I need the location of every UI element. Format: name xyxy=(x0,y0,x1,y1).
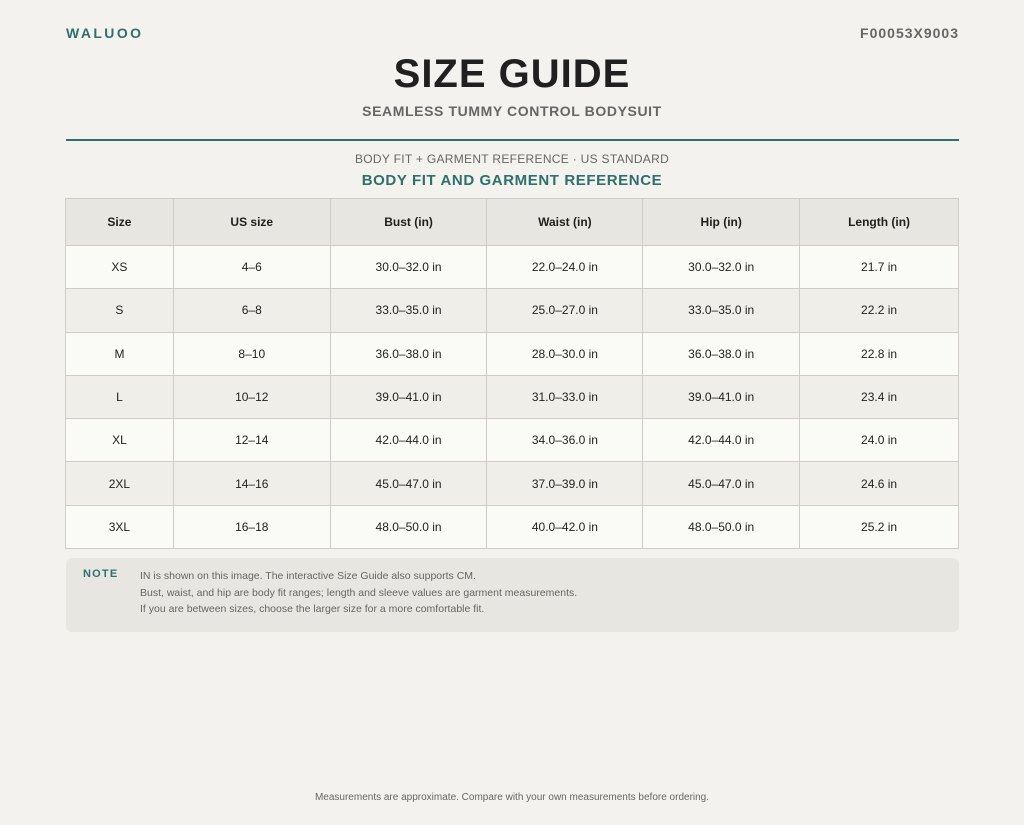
table-header-row: Size US size Bust (in) Waist (in) Hip (i… xyxy=(65,198,959,246)
cell-hip: 33.0–35.0 in xyxy=(642,288,801,333)
section-heading: BODY FIT AND GARMENT REFERENCE xyxy=(361,172,663,189)
header-divider xyxy=(66,139,959,141)
footer-disclaimer: Measurements are approximate. Compare wi… xyxy=(314,792,710,803)
note-label: NOTE xyxy=(83,568,119,580)
cell-bust: 48.0–50.0 in xyxy=(329,504,488,550)
note-line: Bust, waist, and hip are body fit ranges… xyxy=(140,586,578,599)
cell-bust: 36.0–38.0 in xyxy=(329,331,488,376)
cell-bust: 30.0–32.0 in xyxy=(329,244,488,290)
cell-length: 22.2 in xyxy=(799,288,959,333)
cell-waist: 34.0–36.0 in xyxy=(486,418,644,463)
note-text: IN is shown on this image. The interacti… xyxy=(140,568,577,618)
column-header-bust: Bust (in) xyxy=(329,198,488,246)
brand-logo: WALUOO xyxy=(66,25,144,41)
cell-size: 2XL xyxy=(65,461,174,506)
cell-us-size: 4–6 xyxy=(172,244,331,290)
cell-size: S xyxy=(65,288,174,333)
reference-line: BODY FIT + GARMENT REFERENCE · US STANDA… xyxy=(354,152,670,166)
note-line: If you are between sizes, choose the lar… xyxy=(140,603,485,615)
cell-us-size: 16–18 xyxy=(172,504,331,550)
cell-us-size: 8–10 xyxy=(172,331,331,376)
cell-waist: 37.0–39.0 in xyxy=(486,461,644,506)
cell-length: 25.2 in xyxy=(799,504,959,550)
cell-hip: 42.0–44.0 in xyxy=(642,418,801,463)
cell-waist: 25.0–27.0 in xyxy=(486,288,644,333)
cell-size: XS xyxy=(65,244,174,290)
cell-size: XL xyxy=(65,418,174,463)
cell-waist: 40.0–42.0 in xyxy=(486,504,644,550)
cell-size: 3XL xyxy=(65,504,174,550)
cell-hip: 45.0–47.0 in xyxy=(642,461,801,506)
table-row: 2XL 14–16 45.0–47.0 in 37.0–39.0 in 45.0… xyxy=(65,461,959,506)
cell-hip: 30.0–32.0 in xyxy=(642,244,801,290)
table-row: XS 4–6 30.0–32.0 in 22.0–24.0 in 30.0–32… xyxy=(65,244,959,290)
cell-us-size: 6–8 xyxy=(172,288,331,333)
cell-length: 23.4 in xyxy=(799,374,959,420)
product-subtitle: SEAMLESS TUMMY CONTROL BODYSUIT xyxy=(362,103,662,119)
cell-waist: 22.0–24.0 in xyxy=(486,244,644,290)
cell-hip: 39.0–41.0 in xyxy=(642,374,801,420)
table-row: 3XL 16–18 48.0–50.0 in 40.0–42.0 in 48.0… xyxy=(65,504,959,550)
page-title: SIZE GUIDE xyxy=(393,52,631,96)
table-row: XL 12–14 42.0–44.0 in 34.0–36.0 in 42.0–… xyxy=(65,418,959,463)
cell-length: 24.0 in xyxy=(799,418,959,463)
cell-length: 24.6 in xyxy=(799,461,959,506)
table-row: S 6–8 33.0–35.0 in 25.0–27.0 in 33.0–35.… xyxy=(65,288,959,333)
column-header-length: Length (in) xyxy=(799,198,959,246)
column-header-size: Size xyxy=(65,198,174,246)
cell-size: L xyxy=(65,374,174,420)
column-header-hip: Hip (in) xyxy=(642,198,801,246)
cell-length: 22.8 in xyxy=(799,331,959,376)
cell-bust: 33.0–35.0 in xyxy=(329,288,488,333)
size-guide-page: WALUOO F00053X9003 SIZE GUIDE SEAMLESS T… xyxy=(0,0,1024,825)
note-box: NOTE IN is shown on this image. The inte… xyxy=(66,558,959,632)
cell-us-size: 10–12 xyxy=(172,374,331,420)
column-header-us-size: US size xyxy=(172,198,331,246)
cell-waist: 28.0–30.0 in xyxy=(486,331,644,376)
cell-length: 21.7 in xyxy=(799,244,959,290)
cell-waist: 31.0–33.0 in xyxy=(486,374,644,420)
table-row: L 10–12 39.0–41.0 in 31.0–33.0 in 39.0–4… xyxy=(65,374,959,420)
cell-us-size: 12–14 xyxy=(172,418,331,463)
cell-us-size: 14–16 xyxy=(172,461,331,506)
product-sku: F00053X9003 xyxy=(860,25,959,41)
cell-bust: 42.0–44.0 in xyxy=(329,418,488,463)
cell-size: M xyxy=(65,331,174,376)
cell-hip: 36.0–38.0 in xyxy=(642,331,801,376)
column-header-waist: Waist (in) xyxy=(486,198,644,246)
note-line: IN is shown on this image. The interacti… xyxy=(140,570,476,582)
cell-hip: 48.0–50.0 in xyxy=(642,504,801,550)
cell-bust: 39.0–41.0 in xyxy=(329,374,488,420)
cell-bust: 45.0–47.0 in xyxy=(329,461,488,506)
table-row: M 8–10 36.0–38.0 in 28.0–30.0 in 36.0–38… xyxy=(65,331,959,376)
size-table: Size US size Bust (in) Waist (in) Hip (i… xyxy=(65,198,959,550)
